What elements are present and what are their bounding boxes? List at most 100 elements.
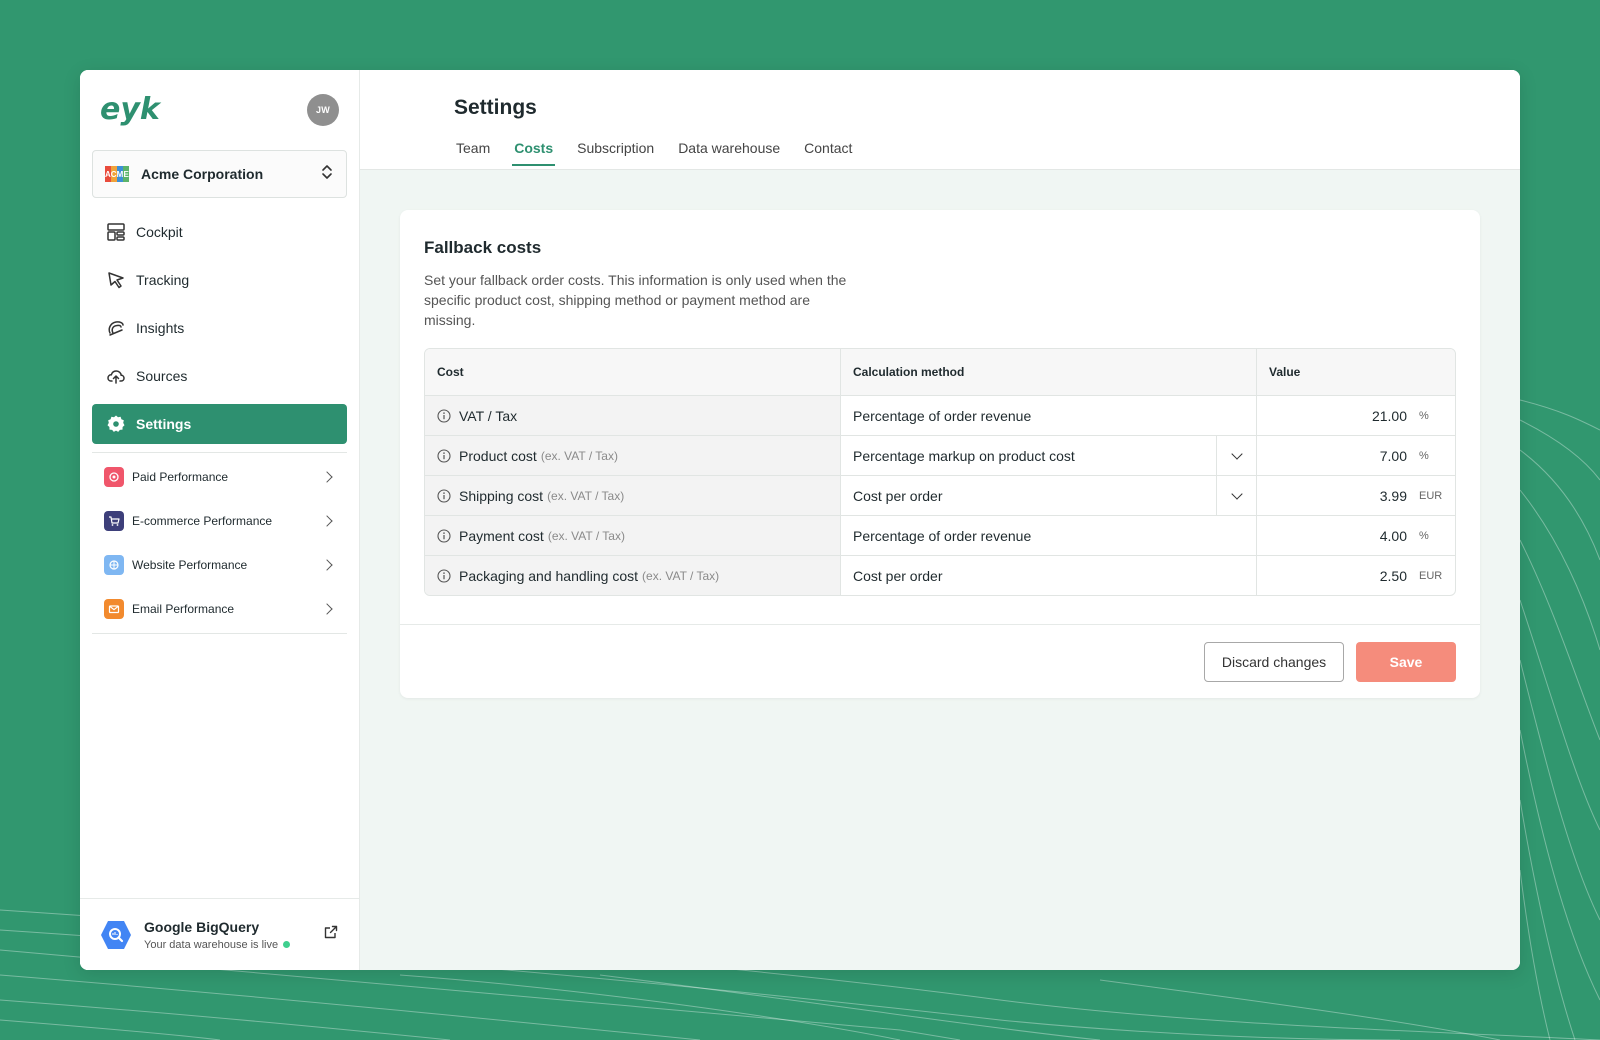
sidebar: eyk JW ACME Acme Corporation Cockpit Tra… [80, 70, 360, 970]
column-header-method: Calculation method [841, 349, 1257, 395]
cost-cell: Payment cost (ex. VAT / Tax) [425, 516, 841, 555]
fallback-costs-card: Fallback costs Set your fallback order c… [400, 210, 1480, 698]
column-header-value: Value [1257, 349, 1455, 395]
sub-item-label: E-commerce Performance [132, 514, 273, 528]
method-dropdown-button[interactable] [1216, 436, 1256, 475]
cost-note: (ex. VAT / Tax) [642, 568, 720, 583]
sub-item-label: Website Performance [132, 558, 248, 572]
chevron-right-icon [321, 515, 333, 527]
cost-cell: VAT / Tax [425, 396, 841, 435]
nav-item-cockpit[interactable]: Cockpit [92, 212, 347, 252]
main-content: Settings Team Costs Subscription Data wa… [360, 70, 1520, 970]
info-icon[interactable] [437, 568, 451, 583]
card-title: Fallback costs [424, 238, 542, 257]
method-dropdown-button[interactable] [1216, 476, 1256, 515]
column-header-cost: Cost [425, 349, 841, 395]
discard-changes-button[interactable]: Discard changes [1204, 641, 1344, 682]
warehouse-name: Google BigQuery [144, 918, 260, 935]
value-cell: 4.00 % [1257, 516, 1455, 555]
card-body: Fallback costs Set your fallback order c… [400, 210, 1480, 596]
tab-contact[interactable]: Contact [802, 140, 854, 166]
tab-team[interactable]: Team [454, 140, 492, 166]
nav-label-sources: Sources [136, 368, 188, 384]
sub-item-label: Email Performance [132, 602, 235, 616]
method-cell: Percentage of order revenue [841, 516, 1257, 555]
app-logo[interactable]: eyk [100, 93, 166, 127]
organization-logo: ACME [105, 166, 130, 182]
nav-item-sources[interactable]: Sources [92, 356, 347, 396]
sub-item-ecommerce-performance[interactable]: E-commerce Performance [80, 499, 359, 543]
sub-item-label: Paid Performance [132, 470, 229, 484]
nav-item-tracking[interactable]: Tracking [92, 260, 347, 300]
card-footer: Discard changes Save [400, 624, 1480, 698]
table-row: Payment cost (ex. VAT / Tax) Percentage … [425, 515, 1455, 555]
cost-cell: Product cost (ex. VAT / Tax) [425, 436, 841, 475]
cost-name: Shipping cost [459, 487, 544, 504]
chevron-down-icon [1230, 447, 1243, 460]
save-button[interactable]: Save [1356, 641, 1456, 682]
table-header-row: Cost Calculation method Value [425, 349, 1455, 395]
value-unit: % [1419, 449, 1429, 462]
dashboard-nav: Paid Performance E-commerce Performance … [80, 453, 359, 633]
globe-icon [104, 555, 124, 575]
value-input[interactable]: 2.50 [1380, 568, 1407, 584]
settings-tabs: Team Costs Subscription Data warehouse C… [454, 140, 1520, 166]
user-avatar[interactable]: JW [307, 94, 339, 126]
svg-text:eyk: eyk [100, 93, 162, 127]
chevron-right-icon [321, 603, 333, 615]
cart-icon [104, 511, 124, 531]
nav-item-settings[interactable]: Settings [92, 404, 347, 444]
value-cell: 2.50 EUR [1257, 556, 1455, 595]
info-icon[interactable] [437, 528, 451, 543]
method-cell[interactable]: Cost per order [841, 476, 1257, 515]
nav-label-tracking: Tracking [136, 272, 190, 288]
warehouse-status-text: Your data warehouse is live [144, 938, 279, 951]
insights-icon [106, 318, 126, 338]
chevron-down-icon [1230, 487, 1243, 500]
value-input[interactable]: 3.99 [1380, 488, 1407, 504]
external-link-icon[interactable] [323, 924, 339, 945]
sub-item-email-performance[interactable]: Email Performance [80, 587, 359, 631]
cost-name: VAT / Tax [459, 407, 518, 424]
method-value: Percentage markup on product cost [853, 447, 1075, 464]
info-icon[interactable] [437, 408, 451, 423]
sub-item-website-performance[interactable]: Website Performance [80, 543, 359, 587]
nav-label-insights: Insights [136, 320, 185, 336]
nav-label-settings: Settings [136, 416, 192, 432]
card-description: Set your fallback order costs. This info… [424, 272, 847, 328]
warehouse-status-row: Your data warehouse is live [144, 939, 323, 951]
chevron-up-down-icon [320, 164, 334, 185]
nav-item-insights[interactable]: Insights [92, 308, 347, 348]
layout-icon [106, 222, 126, 242]
table-row: Shipping cost (ex. VAT / Tax) Cost per o… [425, 475, 1455, 515]
value-input[interactable]: 4.00 [1380, 528, 1407, 544]
tab-subscription[interactable]: Subscription [575, 140, 656, 166]
value-cell: 7.00 % [1257, 436, 1455, 475]
tab-costs[interactable]: Costs [512, 140, 556, 166]
main-nav: Cockpit Tracking Insights Sources Settin… [80, 212, 359, 444]
chevron-right-icon [321, 559, 333, 571]
method-value: Cost per order [853, 567, 943, 584]
nav-divider [92, 633, 347, 634]
method-cell: Cost per order [841, 556, 1257, 595]
method-cell[interactable]: Percentage markup on product cost [841, 436, 1257, 475]
organization-name: Acme Corporation [141, 166, 264, 182]
method-value: Cost per order [853, 487, 943, 504]
value-cell: 3.99 EUR [1257, 476, 1455, 515]
info-icon[interactable] [437, 488, 451, 503]
value-input[interactable]: 21.00 [1372, 408, 1407, 424]
table-row: Packaging and handling cost (ex. VAT / T… [425, 555, 1455, 595]
sub-item-paid-performance[interactable]: Paid Performance [80, 455, 359, 499]
organization-selector[interactable]: ACME Acme Corporation [92, 150, 347, 198]
value-unit: % [1419, 529, 1429, 542]
cost-name: Packaging and handling cost [459, 567, 639, 584]
cost-name: Payment cost [459, 527, 544, 544]
value-input[interactable]: 7.00 [1380, 448, 1407, 464]
cloud-upload-icon [106, 366, 126, 386]
nav-label-cockpit: Cockpit [136, 224, 183, 240]
info-icon[interactable] [437, 448, 451, 463]
bigquery-icon [100, 919, 132, 951]
tab-data-warehouse[interactable]: Data warehouse [676, 140, 782, 166]
cursor-icon [106, 270, 126, 290]
method-value: Percentage of order revenue [853, 527, 1032, 544]
